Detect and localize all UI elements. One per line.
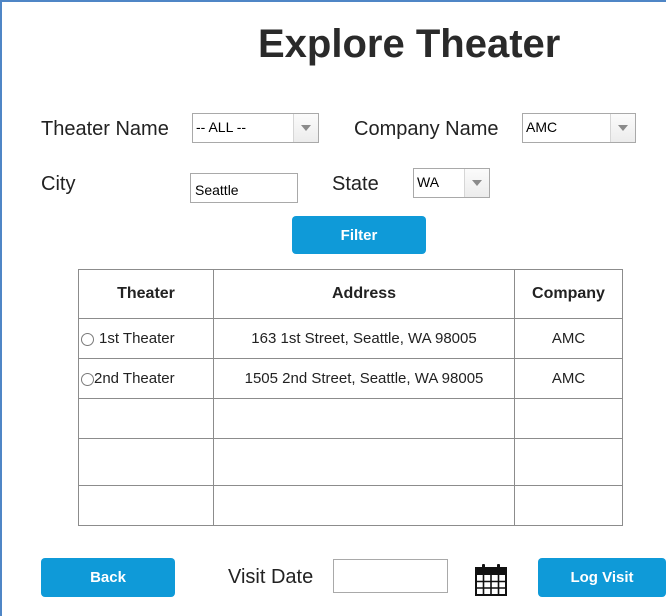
empty-cell bbox=[213, 398, 515, 439]
table-row bbox=[78, 485, 623, 526]
table-row bbox=[78, 438, 623, 486]
company-name-label: Company Name bbox=[354, 118, 499, 140]
column-header-address: Address bbox=[213, 269, 515, 319]
company-name-value: AMC bbox=[526, 119, 558, 135]
empty-cell bbox=[514, 398, 623, 439]
theater-cell[interactable]: 2nd Theater bbox=[78, 358, 214, 399]
row-radio-button[interactable] bbox=[81, 332, 94, 346]
city-field[interactable]: Seattle bbox=[190, 173, 298, 203]
empty-cell bbox=[78, 485, 214, 526]
company-cell: AMC bbox=[514, 318, 623, 359]
column-header-company: Company bbox=[514, 269, 623, 319]
state-select[interactable]: WA bbox=[413, 168, 490, 198]
column-header-theater: Theater bbox=[78, 269, 214, 319]
address-cell: 1505 2nd Street, Seattle, WA 98005 bbox=[213, 358, 515, 399]
chevron-down-icon bbox=[293, 114, 318, 142]
table-row[interactable]: 2nd Theater 1505 2nd Street, Seattle, WA… bbox=[78, 358, 623, 399]
empty-cell bbox=[213, 438, 515, 486]
company-cell: AMC bbox=[514, 358, 623, 399]
empty-cell bbox=[78, 398, 214, 439]
theater-name-select[interactable]: -- ALL -- bbox=[192, 113, 319, 143]
state-value: WA bbox=[417, 174, 440, 190]
city-label: City bbox=[41, 173, 76, 195]
state-label: State bbox=[332, 173, 379, 195]
theater-table: Theater Address Company 1st Theater 163 … bbox=[78, 269, 623, 526]
row-radio-button[interactable] bbox=[81, 372, 94, 386]
calendar-icon[interactable] bbox=[474, 563, 508, 597]
filter-button[interactable]: Filter bbox=[292, 216, 426, 254]
address-cell: 163 1st Street, Seattle, WA 98005 bbox=[213, 318, 515, 359]
chevron-down-icon bbox=[464, 169, 489, 197]
empty-cell bbox=[514, 485, 623, 526]
back-button[interactable]: Back bbox=[41, 558, 175, 597]
table-header-row: Theater Address Company bbox=[78, 269, 623, 319]
theater-name: 1st Theater bbox=[99, 330, 175, 347]
empty-cell bbox=[213, 485, 515, 526]
company-name-select[interactable]: AMC bbox=[522, 113, 636, 143]
table-row bbox=[78, 398, 623, 439]
theater-name-value: -- ALL -- bbox=[196, 119, 247, 135]
log-visit-button[interactable]: Log Visit bbox=[538, 558, 666, 597]
theater-name: 2nd Theater bbox=[94, 370, 175, 387]
empty-cell bbox=[78, 438, 214, 486]
page-title: Explore Theater bbox=[258, 22, 561, 66]
table-row[interactable]: 1st Theater 163 1st Street, Seattle, WA … bbox=[78, 318, 623, 359]
theater-cell[interactable]: 1st Theater bbox=[78, 318, 214, 359]
visit-date-label: Visit Date bbox=[228, 566, 314, 588]
chevron-down-icon bbox=[610, 114, 635, 142]
theater-name-label: Theater Name bbox=[41, 118, 169, 140]
visit-date-field[interactable] bbox=[333, 559, 448, 593]
empty-cell bbox=[514, 438, 623, 486]
